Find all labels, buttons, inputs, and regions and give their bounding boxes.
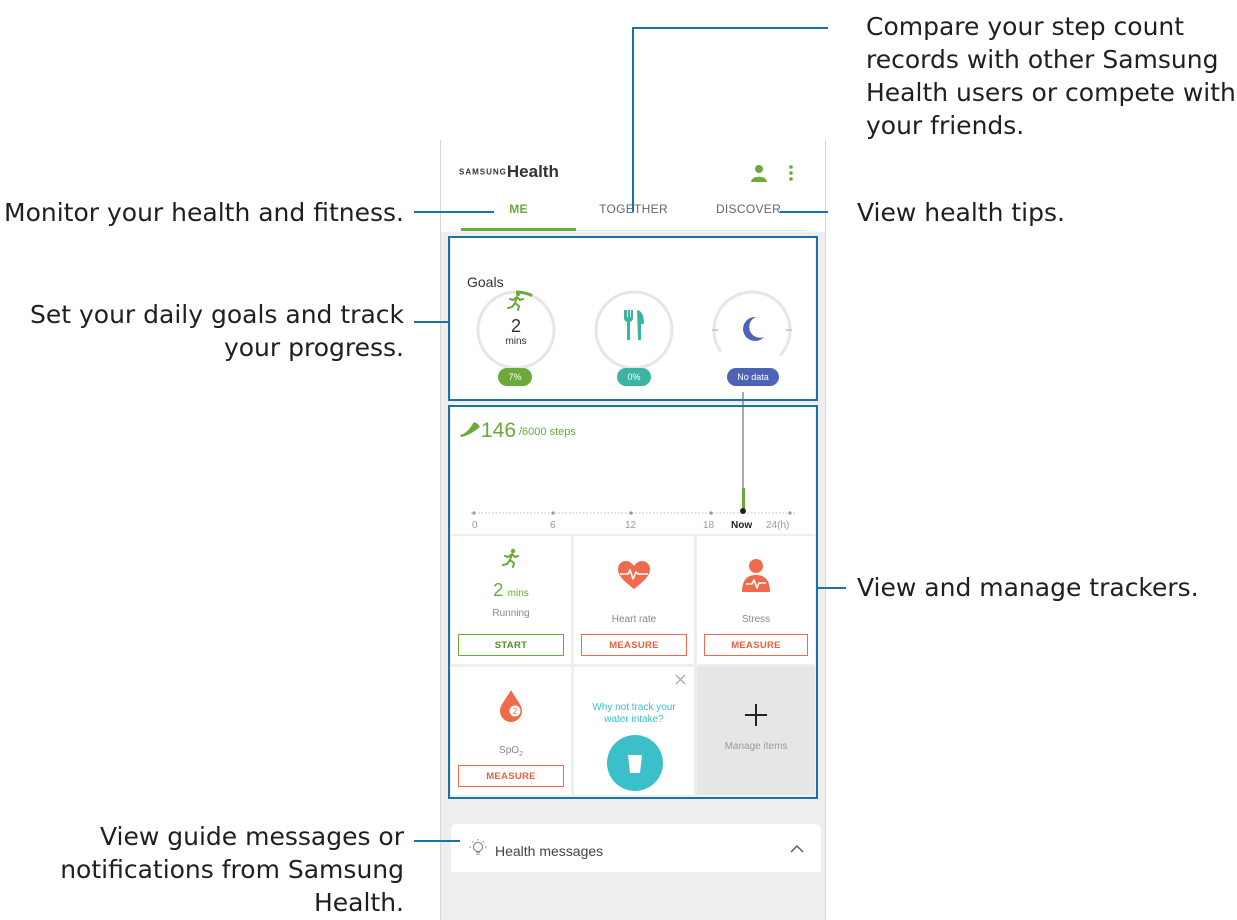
me-callout: Monitor your health and fitness. bbox=[4, 198, 404, 227]
lightbulb-icon bbox=[469, 839, 487, 855]
tab-discover[interactable]: DISCOVER bbox=[691, 202, 806, 216]
goals-callout-line bbox=[414, 321, 448, 323]
profile-icon[interactable] bbox=[751, 164, 767, 182]
samsung-health-logo: SAMSUNGHealth bbox=[459, 162, 559, 182]
discover-callout-line bbox=[780, 211, 828, 213]
together-callout: Compare your step count records with oth… bbox=[866, 10, 1236, 142]
trackers-callout-line bbox=[818, 587, 846, 589]
messages-callout-line bbox=[414, 840, 460, 842]
me-callout-line bbox=[414, 211, 494, 213]
together-callout-line4: your friends. bbox=[866, 111, 1025, 140]
discover-callout: View health tips. bbox=[857, 198, 1065, 227]
messages-callout-line3: Health. bbox=[313, 888, 404, 917]
together-callout-line1: Compare your step count bbox=[866, 12, 1185, 41]
tab-me[interactable]: ME bbox=[461, 202, 576, 216]
messages-callout-line2: notifications from Samsung bbox=[60, 855, 404, 884]
chevron-up-icon[interactable] bbox=[790, 844, 804, 853]
trackers-callout: View and manage trackers. bbox=[857, 573, 1199, 602]
messages-callout: View guide messages or notifications fro… bbox=[60, 820, 404, 919]
goals-callout-line2: your progress. bbox=[223, 333, 404, 362]
more-options-icon[interactable] bbox=[788, 164, 794, 182]
goals-callout: Set your daily goals and track your prog… bbox=[30, 298, 404, 364]
together-callout-line3: Health users or compete with bbox=[866, 78, 1236, 107]
together-callout-line2: records with other Samsung bbox=[866, 45, 1219, 74]
together-callout-line-vertical bbox=[632, 28, 634, 212]
logo-brand-large: Health bbox=[506, 162, 559, 181]
health-messages-bar[interactable]: Health messages bbox=[451, 824, 821, 872]
goals-highlight-box bbox=[448, 236, 818, 401]
together-callout-line-horizontal bbox=[632, 27, 828, 29]
goals-callout-line1: Set your daily goals and track bbox=[30, 300, 404, 329]
health-messages-label: Health messages bbox=[495, 843, 604, 859]
logo-brand-small: SAMSUNG bbox=[459, 167, 507, 177]
tab-active-indicator bbox=[461, 228, 576, 231]
messages-callout-line1: View guide messages or bbox=[99, 822, 404, 851]
trackers-highlight-box bbox=[448, 405, 818, 799]
